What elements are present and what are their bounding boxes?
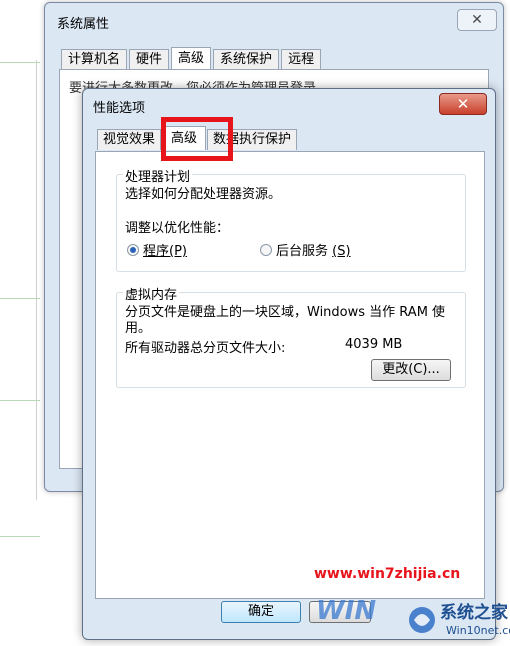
close-icon: ✕: [471, 12, 483, 28]
close-icon: ✕: [456, 95, 470, 113]
background-divider: [36, 60, 37, 500]
optimize-label: 调整以优化性能：: [125, 221, 230, 236]
background-line: [0, 62, 40, 63]
ok-button[interactable]: 确定: [221, 601, 301, 623]
watermark-site-name: 系统之家: [440, 603, 508, 623]
change-button[interactable]: 更改(C)...: [371, 359, 451, 381]
tab-advanced[interactable]: 高级: [171, 47, 212, 70]
tab-panel: 处理器计划 选择如何分配处理器资源。 调整以优化性能： 程序(P) 后台服务 (…: [95, 151, 485, 599]
processor-description: 选择如何分配处理器资源。: [125, 187, 282, 202]
total-paging-value: 4039 MB: [345, 337, 403, 352]
virtual-memory-group: 虚拟内存 分页文件是硬盘上的一块区域，Windows 当作 RAM 使 用。 所…: [116, 284, 466, 388]
close-button[interactable]: ✕: [457, 9, 497, 31]
tab-computer-name[interactable]: 计算机名: [61, 49, 128, 70]
virtual-memory-description: 分页文件是硬盘上的一块区域，Windows 当作 RAM 使: [125, 305, 446, 320]
dialog-title: 性能选项: [93, 101, 146, 116]
background-line: [0, 400, 40, 401]
tab-remote[interactable]: 远程: [281, 49, 322, 70]
tab-system-protection[interactable]: 系统保护: [213, 49, 280, 70]
total-paging-label: 所有驱动器总分页文件大小:: [125, 341, 286, 356]
tab-hardware[interactable]: 硬件: [129, 49, 170, 70]
watermark-logo-text: WIN: [316, 596, 377, 626]
window-title: 系统属性: [57, 17, 110, 32]
background-line: [0, 536, 40, 537]
radio-programs-label[interactable]: 程序(P): [143, 240, 187, 259]
radio-background-services[interactable]: [260, 244, 272, 256]
highlight-box: [161, 117, 233, 161]
radio-background-services-label[interactable]: 后台服务 (S): [276, 240, 351, 259]
watermark-site-url: Win10net.com: [446, 624, 510, 637]
virtual-memory-description-cont: 用。: [125, 321, 152, 336]
tab-strip: 计算机名 硬件 高级 系统保护 远程: [61, 47, 323, 71]
radio-programs[interactable]: [127, 244, 139, 256]
tab-visual-effects[interactable]: 视觉效果: [97, 129, 162, 150]
close-button[interactable]: ✕: [439, 93, 487, 115]
watermark-url: www.win7zhijia.cn: [314, 566, 461, 582]
processor-scheduling-group: 处理器计划 选择如何分配处理器资源。 调整以优化性能： 程序(P) 后台服务 (…: [116, 166, 466, 272]
performance-options-dialog: 性能选项 ✕ 视觉效果 高级 数据执行保护 处理器计划 选择如何分配处理器资源。…: [82, 88, 496, 640]
background-line: [0, 298, 40, 299]
